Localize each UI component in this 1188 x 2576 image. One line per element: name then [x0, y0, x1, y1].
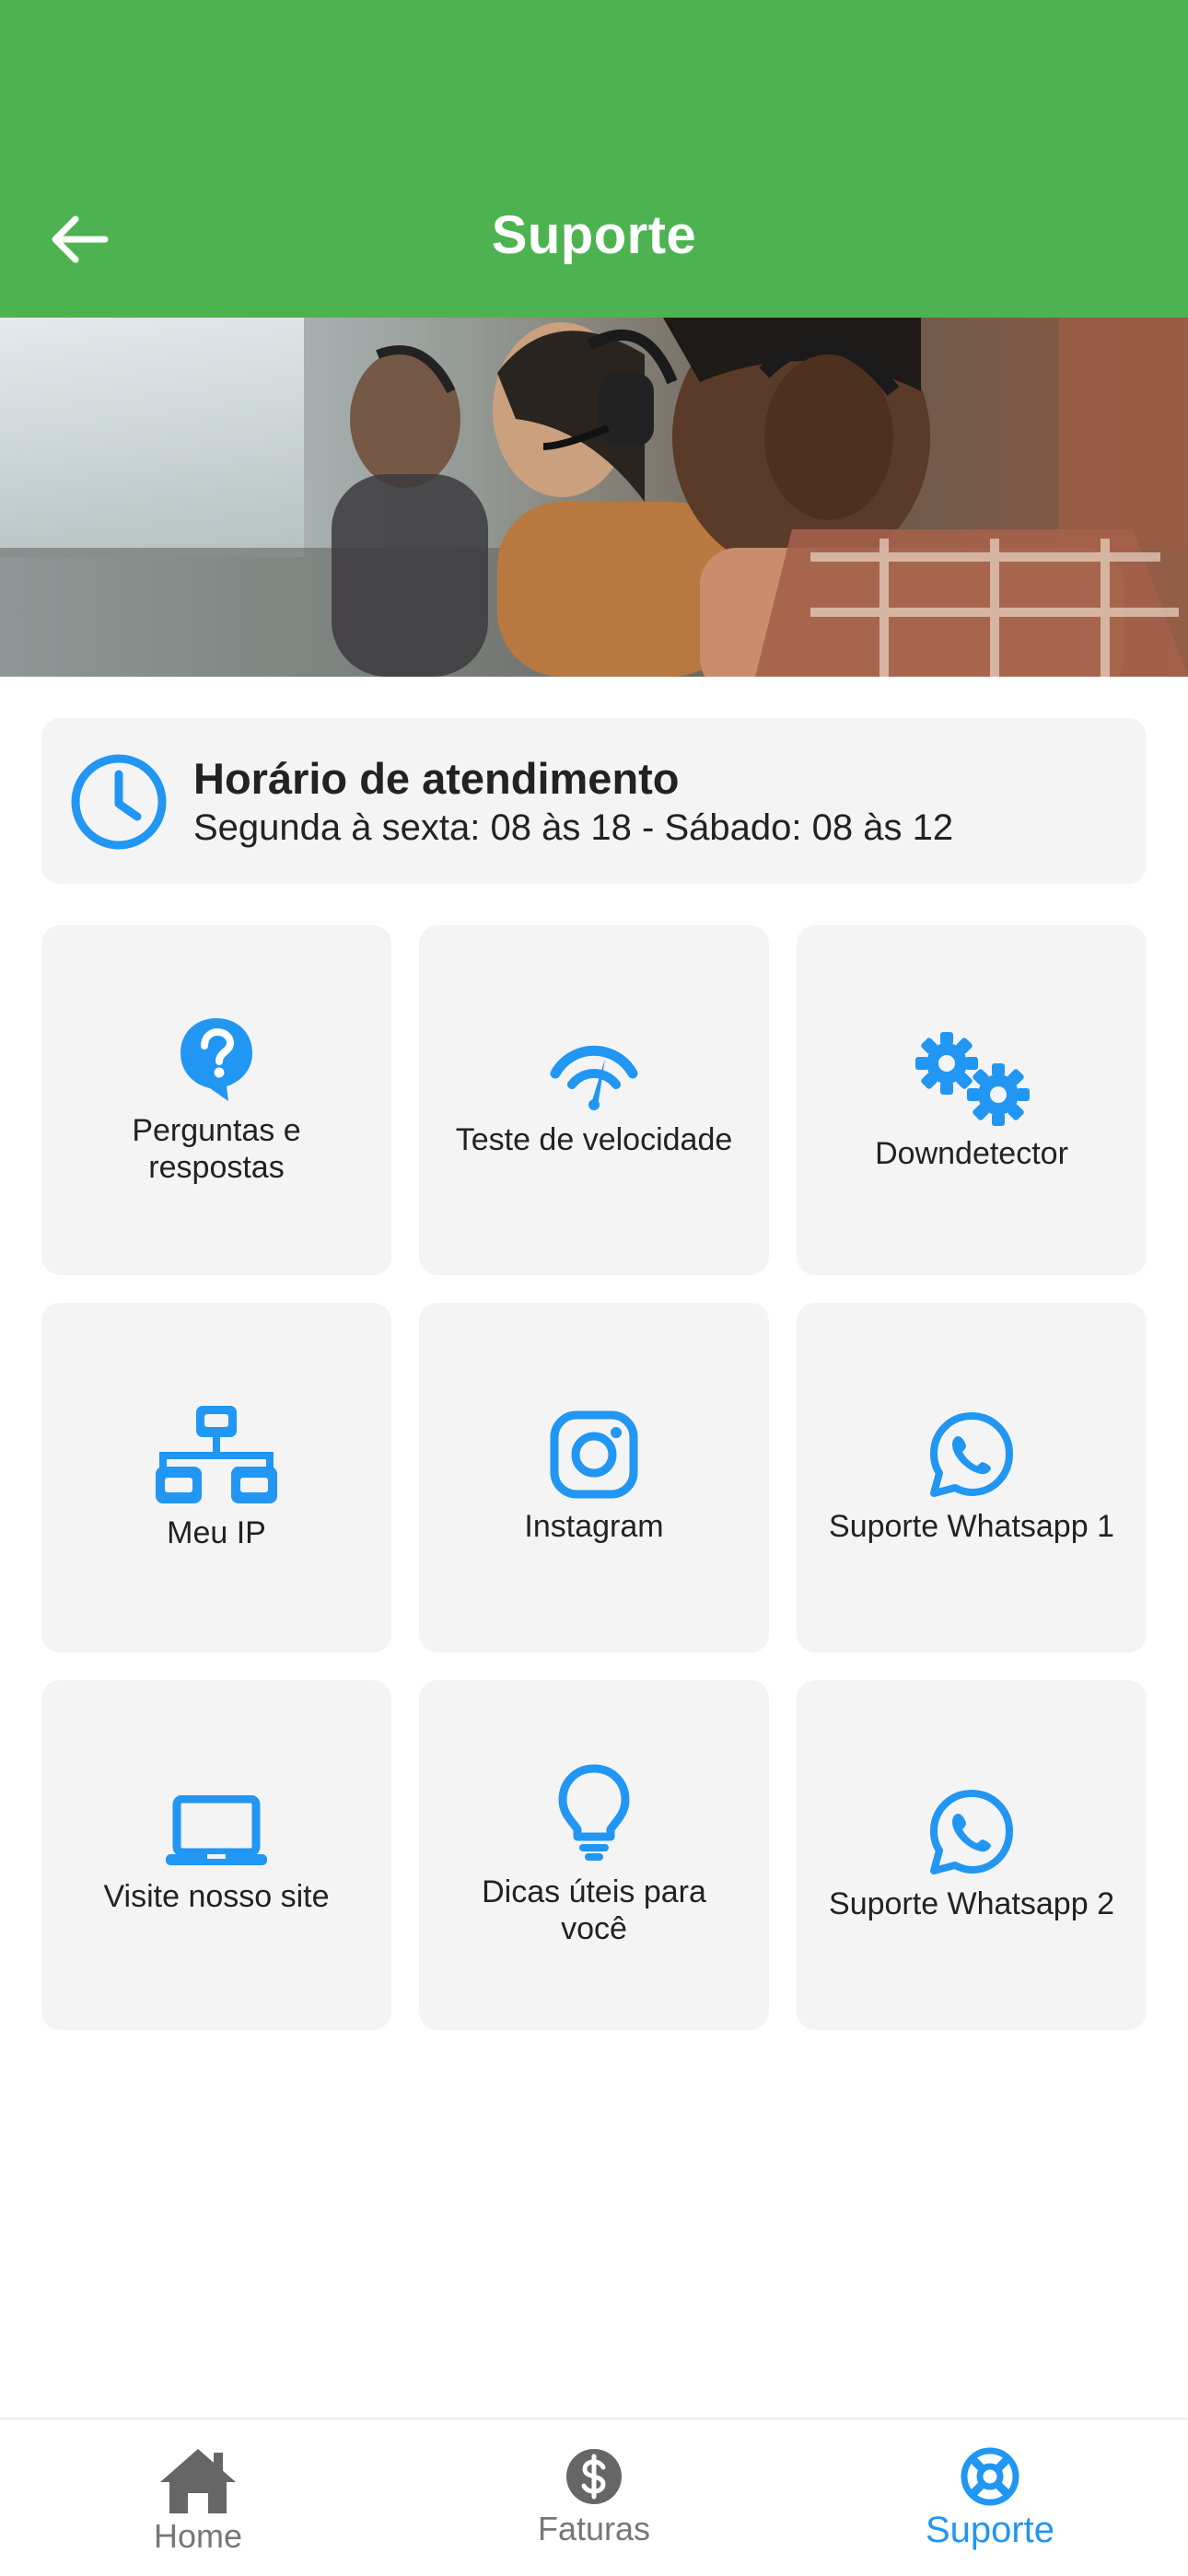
whatsapp-support-2-tile[interactable]: Suporte Whatsapp 2: [797, 1680, 1147, 2030]
hero-image-support-agents: [0, 318, 1188, 677]
tile-label: Suporte Whatsapp 1: [829, 1509, 1114, 1544]
nav-suporte[interactable]: Suporte: [792, 2419, 1188, 2576]
laptop-icon: [166, 1795, 267, 1865]
gears-icon: [915, 1032, 1030, 1126]
dollar-icon: [566, 2449, 622, 2504]
downdetector-tile[interactable]: Downdetector: [797, 925, 1147, 1275]
network-icon: [156, 1406, 277, 1503]
tile-label: Visite nosso site: [103, 1879, 330, 1914]
question-bubble-icon: [181, 1018, 252, 1101]
tile-label: Downdetector: [875, 1136, 1068, 1171]
nav-faturas[interactable]: Faturas: [396, 2419, 792, 2576]
tile-label: Instagram: [524, 1509, 664, 1544]
nav-label: Suporte: [925, 2510, 1055, 2550]
speedometer-icon: [550, 1045, 638, 1110]
whatsapp-icon: [930, 1790, 1013, 1874]
clock-icon: [71, 754, 167, 850]
service-hours-card: Horário de atendimento Segunda à sexta: …: [41, 718, 1147, 884]
tile-label: Dicas úteis para você: [482, 1874, 706, 1946]
instagram-tile[interactable]: Instagram: [419, 1303, 769, 1653]
nav-label: Home: [153, 2517, 243, 2555]
lightbulb-icon: [558, 1764, 630, 1861]
whatsapp-icon: [930, 1412, 1013, 1497]
instagram-icon: [550, 1410, 638, 1499]
whatsapp-support-1-tile[interactable]: Suporte Whatsapp 1: [797, 1303, 1147, 1653]
bottom-navigation: Home Faturas Suporte: [0, 2418, 1188, 2576]
faq-tile[interactable]: Perguntas e respostas: [41, 925, 391, 1275]
my-ip-tile[interactable]: Meu IP: [41, 1303, 391, 1653]
app-bar: Suporte: [0, 0, 1188, 318]
service-hours-title: Horário de atendimento: [193, 754, 680, 803]
tips-tile[interactable]: Dicas úteis para você: [419, 1680, 769, 2030]
speed-test-tile[interactable]: Teste de velocidade: [419, 925, 769, 1275]
home-icon: [160, 2449, 236, 2513]
tile-label: Perguntas e respostas: [132, 1113, 301, 1185]
nav-label: Faturas: [537, 2510, 651, 2547]
visit-site-tile[interactable]: Visite nosso site: [41, 1680, 391, 2030]
service-hours-schedule: Segunda à sexta: 08 às 18 - Sábado: 08 à…: [193, 807, 954, 848]
tile-label: Suporte Whatsapp 2: [829, 1886, 1114, 1921]
lifebuoy-icon: [961, 2447, 1019, 2506]
tile-label: Teste de velocidade: [455, 1122, 733, 1157]
nav-home[interactable]: Home: [0, 2419, 396, 2576]
tile-label: Meu IP: [167, 1515, 266, 1550]
page-title: Suporte: [491, 205, 697, 265]
